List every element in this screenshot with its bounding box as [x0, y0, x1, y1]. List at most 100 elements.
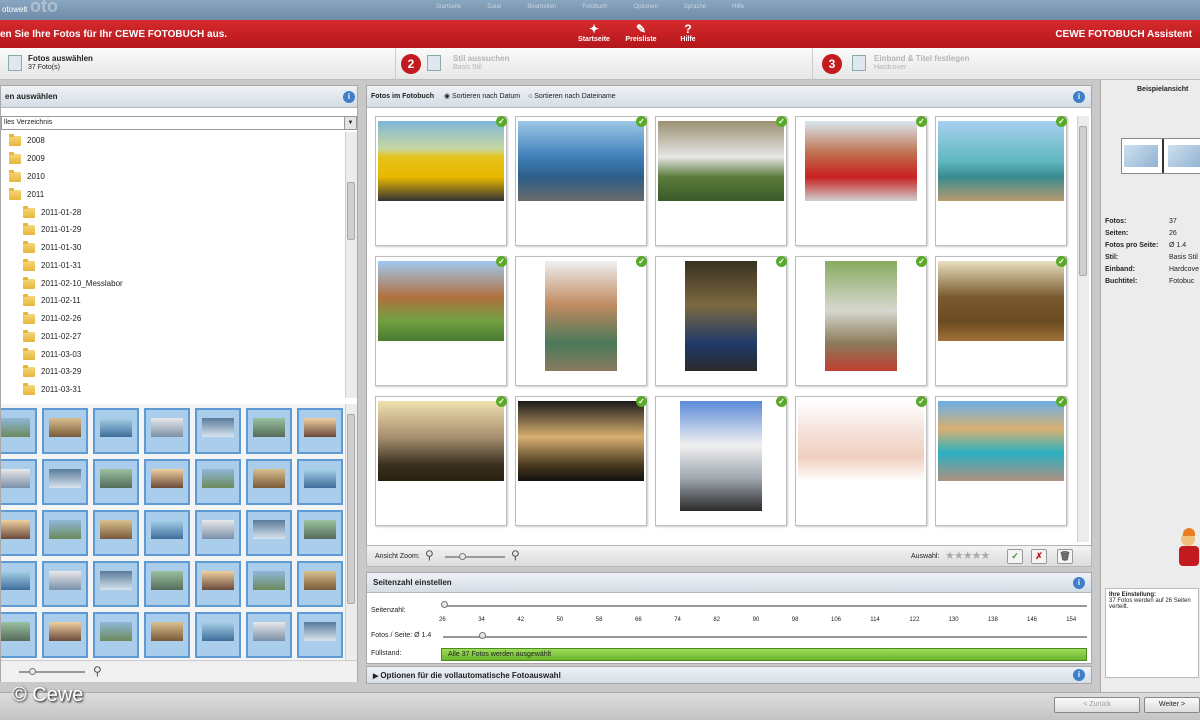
menu-item[interactable]: Fotobuch [582, 4, 607, 10]
preisliste-button[interactable]: ✎ Preisliste [621, 22, 661, 43]
thumbnail[interactable] [195, 408, 241, 454]
thumbnail[interactable] [246, 561, 292, 607]
thumbnail[interactable] [144, 408, 190, 454]
photo-card[interactable]: ✓ [795, 396, 927, 526]
photo-card[interactable]: ✓ [375, 396, 507, 526]
thumbnail[interactable] [1, 561, 37, 607]
scrollbar-thumb[interactable] [347, 414, 355, 604]
thumbnail[interactable] [144, 561, 190, 607]
step-1[interactable]: Fotos auswählen 37 Foto(s) [6, 52, 206, 76]
thumbnail[interactable] [42, 510, 88, 556]
sort-by-name-radio[interactable]: ○ Sortieren nach Dateiname [528, 93, 616, 100]
tree-item[interactable]: 2009 [9, 150, 45, 167]
thumbs-scrollbar[interactable] [345, 404, 357, 660]
auto-options-expander[interactable]: ▶ Optionen für die vollautomatische Foto… [366, 666, 1092, 684]
rating-stars[interactable]: ★★★★★ [945, 549, 990, 562]
thumbnail[interactable] [144, 510, 190, 556]
tree-item[interactable]: 2011-01-31 [23, 257, 81, 274]
per-page-slider[interactable] [443, 636, 1087, 638]
menu-item[interactable]: Startseite [436, 4, 461, 10]
startseite-button[interactable]: ✦ Startseite [574, 22, 614, 43]
back-button[interactable]: < Zurück [1054, 697, 1140, 713]
view-zoom-knob[interactable] [459, 553, 466, 560]
tree-item[interactable]: 2011-01-29 [23, 221, 81, 238]
tree-item[interactable]: 2011-03-31 [23, 381, 81, 398]
scrollbar-thumb[interactable] [1079, 126, 1087, 276]
tree-item[interactable]: 2011-03-03 [23, 346, 81, 363]
thumbnail[interactable] [297, 408, 343, 454]
thumbnail[interactable] [93, 459, 139, 505]
view-zoom-slider[interactable] [445, 556, 505, 558]
tree-scrollbar[interactable] [345, 132, 357, 398]
thumbnail[interactable] [1, 459, 37, 505]
trash-icon[interactable]: 🗑 [1057, 549, 1073, 564]
next-button[interactable]: Weiter > [1144, 697, 1200, 713]
photo-card[interactable]: ✓ [655, 116, 787, 246]
tree-item[interactable]: 2011-01-30 [23, 239, 81, 256]
menu-item[interactable]: Bearbeiten [527, 4, 556, 10]
thumbnail[interactable] [246, 408, 292, 454]
tree-item[interactable]: 2011-02-11 [23, 292, 81, 309]
info-icon[interactable]: i [1073, 669, 1085, 681]
step-2[interactable]: 2 Stil aussuchen Basis Stil [401, 52, 601, 76]
tree-item[interactable]: 2011-02-10_Messlabor [23, 275, 123, 292]
hilfe-button[interactable]: ? Hilfe [668, 22, 708, 43]
thumbnail[interactable] [1, 408, 37, 454]
thumbnail[interactable] [297, 561, 343, 607]
thumbnail[interactable] [93, 510, 139, 556]
photo-card[interactable]: ✓ [795, 256, 927, 386]
zoom-knob[interactable] [29, 668, 36, 675]
sort-by-date-radio[interactable]: ◉ Sortieren nach Datum [444, 93, 520, 100]
grid-scrollbar[interactable] [1077, 116, 1089, 542]
photo-card[interactable]: ✓ [655, 396, 787, 526]
select-all-button[interactable]: ✓ [1007, 549, 1023, 564]
thumbnail[interactable] [195, 612, 241, 658]
thumbnail[interactable] [297, 510, 343, 556]
thumbnail[interactable] [1, 612, 37, 658]
book-preview[interactable] [1121, 138, 1200, 174]
thumbnail[interactable] [195, 561, 241, 607]
pages-knob[interactable] [441, 601, 448, 608]
per-page-knob[interactable] [479, 632, 486, 639]
deselect-button[interactable]: ✗ [1031, 549, 1047, 564]
photo-card[interactable]: ✓ [655, 256, 787, 386]
tree-item[interactable]: 2008 [9, 132, 45, 149]
scrollbar-thumb[interactable] [347, 182, 355, 240]
zoom-out-icon[interactable]: ⚲ [425, 548, 434, 562]
thumbnail[interactable] [144, 612, 190, 658]
thumbnail[interactable] [93, 408, 139, 454]
thumbnail[interactable] [195, 510, 241, 556]
thumbnail[interactable] [1, 510, 37, 556]
tree-item[interactable]: 2011-02-26 [23, 310, 81, 327]
zoom-in-icon[interactable]: ⚲ [511, 548, 520, 562]
tree-item[interactable]: 2010 [9, 168, 45, 185]
info-icon[interactable]: i [343, 91, 355, 103]
tree-item[interactable]: 2011 [9, 186, 44, 203]
pages-slider[interactable] [443, 605, 1087, 607]
zoom-in-icon[interactable]: ⚲ [93, 664, 102, 678]
thumbnail[interactable] [42, 561, 88, 607]
thumbnail[interactable] [144, 459, 190, 505]
tree-item[interactable]: 2011-03-29 [23, 363, 81, 380]
thumbnail[interactable] [246, 459, 292, 505]
photo-card[interactable]: ✓ [935, 116, 1067, 246]
thumbnail[interactable] [195, 459, 241, 505]
chevron-down-icon[interactable]: ▼ [344, 117, 356, 129]
thumbnail[interactable] [297, 612, 343, 658]
thumbnail[interactable] [42, 408, 88, 454]
photo-card[interactable]: ✓ [515, 256, 647, 386]
thumbnail[interactable] [297, 459, 343, 505]
menu-item[interactable]: Hilfe [732, 4, 744, 10]
info-icon[interactable]: i [1073, 91, 1085, 103]
photo-card[interactable]: ✓ [375, 116, 507, 246]
photo-card[interactable]: ✓ [935, 396, 1067, 526]
menu-item[interactable]: Datei [487, 4, 501, 10]
thumbnail[interactable] [93, 612, 139, 658]
step-3[interactable]: 3 Einband & Titel festlegen Hardcover [822, 52, 1042, 76]
thumbnail[interactable] [246, 612, 292, 658]
photo-card[interactable]: ✓ [515, 396, 647, 526]
tree-item[interactable]: 2011-01-28 [23, 204, 81, 221]
thumbnail[interactable] [93, 561, 139, 607]
menu-item[interactable]: Optionen [633, 4, 657, 10]
photo-card[interactable]: ✓ [515, 116, 647, 246]
